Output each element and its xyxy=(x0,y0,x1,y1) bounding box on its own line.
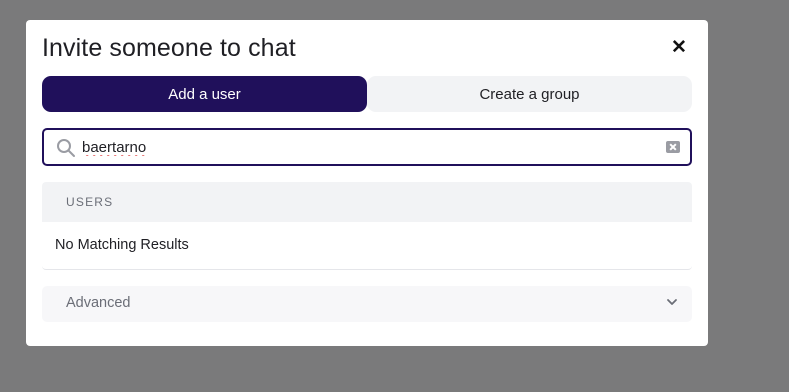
invite-tabs: Add a user Create a group xyxy=(42,76,692,112)
search-icon xyxy=(57,139,75,157)
results-panel: USERS No Matching Results xyxy=(42,182,692,270)
tab-add-user[interactable]: Add a user xyxy=(42,76,367,112)
advanced-toggle[interactable]: Advanced xyxy=(42,286,692,322)
invite-dialog: Invite someone to chat ✕ Add a user Crea… xyxy=(26,20,708,346)
users-section-header: USERS xyxy=(42,182,692,222)
no-results-message: No Matching Results xyxy=(55,237,189,253)
dialog-title: Invite someone to chat xyxy=(42,34,296,62)
advanced-label: Advanced xyxy=(66,295,131,311)
chevron-down-icon xyxy=(667,299,677,305)
clear-input-icon[interactable] xyxy=(666,141,680,153)
search-field xyxy=(42,128,692,166)
search-input[interactable] xyxy=(82,136,642,158)
tab-create-group[interactable]: Create a group xyxy=(367,76,692,112)
close-icon[interactable]: ✕ xyxy=(670,38,688,57)
